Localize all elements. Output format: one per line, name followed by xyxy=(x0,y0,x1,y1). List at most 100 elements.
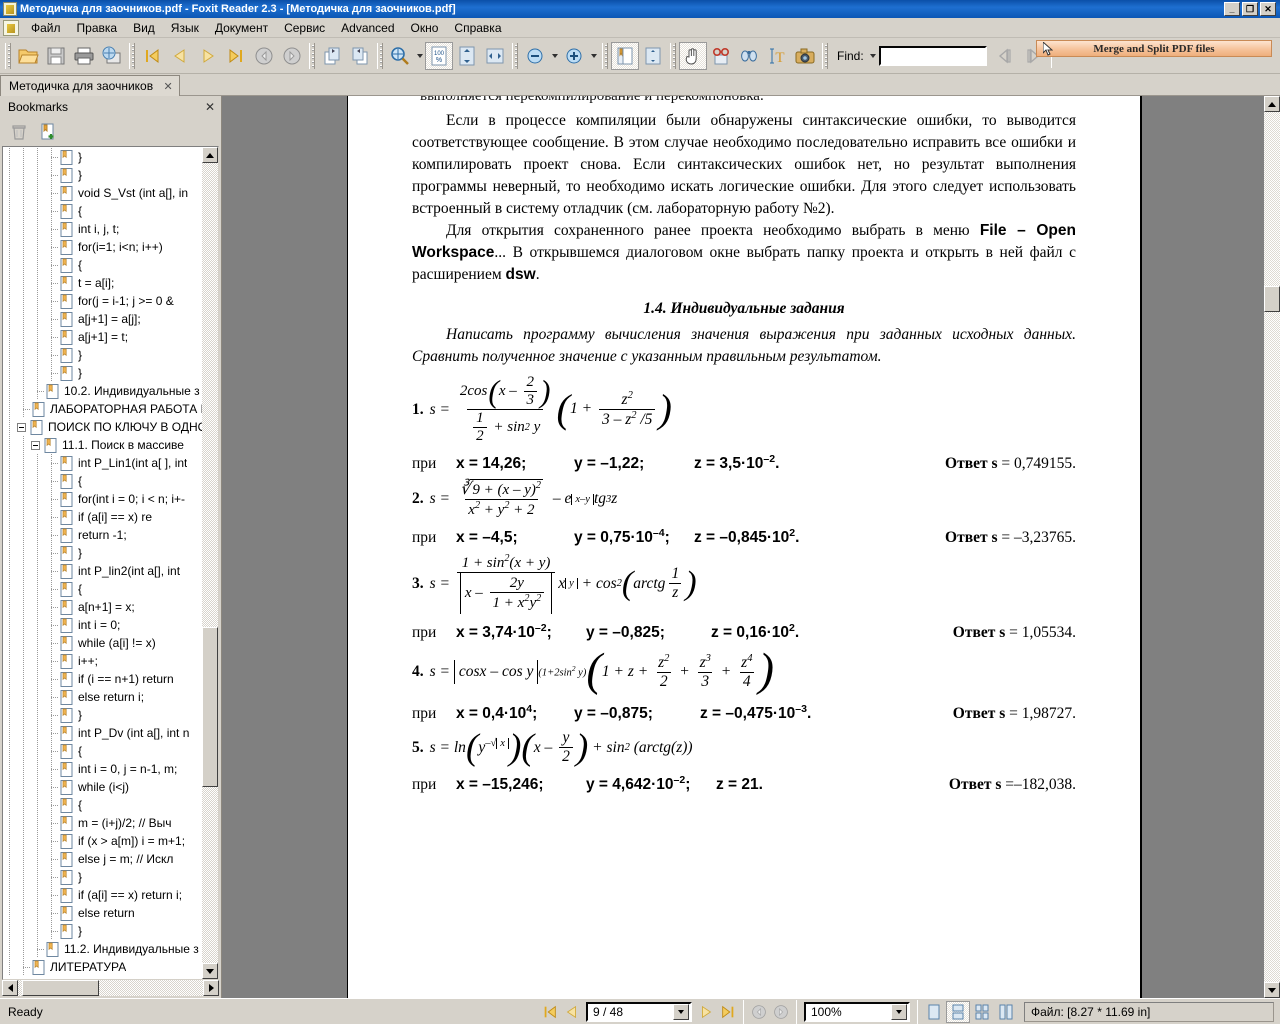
bookmarks-pane-icon[interactable] xyxy=(611,41,639,70)
bookmark-item[interactable]: for(j = i-1; j >= 0 & xyxy=(3,292,202,310)
continuous-facing-layout-icon[interactable] xyxy=(994,1001,1018,1023)
document-tab[interactable]: Методичка для заочников ✕ xyxy=(0,75,181,96)
bookmark-item[interactable]: } xyxy=(3,922,202,940)
bookmark-item[interactable]: { xyxy=(3,256,202,274)
zoom-level-combo[interactable]: 100% xyxy=(804,1001,910,1022)
bookmark-item[interactable]: a[j+1] = a[j]; xyxy=(3,310,202,328)
maximize-button[interactable]: ❐ xyxy=(1242,2,1258,16)
bookmark-item[interactable]: { xyxy=(3,202,202,220)
bookmark-item[interactable]: } xyxy=(3,706,202,724)
last-page-icon[interactable] xyxy=(717,1001,739,1023)
page-area[interactable]: выполняется перекомпилирование и переком… xyxy=(222,96,1264,998)
tree-expander-icon[interactable] xyxy=(31,440,40,450)
print-icon[interactable] xyxy=(70,42,98,70)
bookmark-item[interactable]: while (a[i] != x) xyxy=(3,634,202,652)
menu-item-advanced[interactable]: Advanced xyxy=(333,19,402,37)
bookmark-item[interactable]: a[n+1] = x; xyxy=(3,598,202,616)
scroll-down-icon[interactable] xyxy=(1264,982,1280,998)
actual-size-icon[interactable]: 100% xyxy=(425,41,453,70)
previous-page-icon[interactable] xyxy=(561,1001,583,1023)
bookmark-item[interactable]: } xyxy=(3,148,202,166)
continuous-layout-icon[interactable] xyxy=(946,1000,970,1023)
page-thumbnails-icon[interactable] xyxy=(639,42,667,70)
bookmark-item[interactable]: } xyxy=(3,166,202,184)
rotate-counterclockwise-icon[interactable] xyxy=(346,42,374,70)
menu-item-document[interactable]: Документ xyxy=(207,19,276,37)
bookmark-item[interactable]: int i, j, t; xyxy=(3,220,202,238)
email-icon[interactable] xyxy=(98,42,126,70)
bookmark-item[interactable]: else j = m; // Искл xyxy=(3,850,202,868)
go-back-icon[interactable] xyxy=(250,42,278,70)
close-icon[interactable]: ✕ xyxy=(203,100,217,114)
read-mode-icon[interactable] xyxy=(707,42,735,70)
bookmark-item[interactable]: { xyxy=(3,472,202,490)
bookmark-item[interactable]: if (i == n+1) return xyxy=(3,670,202,688)
bookmark-item[interactable]: while (i<j) xyxy=(3,778,202,796)
bookmark-item[interactable]: 10.2. Индивидуальные з xyxy=(3,382,202,400)
menu-item-view[interactable]: Вид xyxy=(125,19,163,37)
bookmark-item[interactable]: int i = 0; xyxy=(3,616,202,634)
bookmark-item[interactable]: void S_Vst (int a[], in xyxy=(3,184,202,202)
first-page-icon[interactable] xyxy=(138,42,166,70)
bookmarks-hscroll-thumb[interactable] xyxy=(21,980,100,996)
first-page-icon[interactable] xyxy=(539,1001,561,1023)
open-icon[interactable] xyxy=(14,42,42,70)
fit-width-icon[interactable] xyxy=(481,42,509,70)
find-icon[interactable] xyxy=(735,42,763,70)
bookmark-item[interactable]: if (a[i] == x) return i; xyxy=(3,886,202,904)
find-previous-icon[interactable] xyxy=(991,42,1019,70)
rotate-group-grip[interactable] xyxy=(309,42,315,69)
document-viewer[interactable]: выполняется перекомпилирование и переком… xyxy=(222,96,1280,998)
bookmark-item[interactable]: } xyxy=(3,544,202,562)
zoom-tool-dropdown-arrow[interactable] xyxy=(414,42,425,70)
zoom-in-dropdown-arrow[interactable] xyxy=(588,42,599,70)
bookmarks-scroll-thumb[interactable] xyxy=(202,627,218,787)
bookmark-item[interactable]: m = (i+j)/2; // Выч xyxy=(3,814,202,832)
bookmark-item[interactable]: for(int i = 0; i < n; i+- xyxy=(3,490,202,508)
menu-item-tools[interactable]: Сервис xyxy=(276,19,333,37)
find-dropdown-arrow[interactable] xyxy=(868,42,879,70)
single-page-layout-icon[interactable] xyxy=(922,1001,946,1023)
bookmarks-list[interactable]: }} void S_Vst (int a[], in{ int i, j, t; … xyxy=(3,147,202,979)
find-group-grip[interactable] xyxy=(822,42,828,69)
snapshot-icon[interactable] xyxy=(791,42,819,70)
bookmark-item[interactable]: { xyxy=(3,580,202,598)
bookmark-item[interactable]: 11.1. Поиск в массиве xyxy=(3,436,202,454)
bookmark-item[interactable]: i++; xyxy=(3,652,202,670)
scroll-right-icon[interactable] xyxy=(203,980,219,996)
last-page-icon[interactable] xyxy=(222,42,250,70)
bookmarks-horizontal-scrollbar[interactable] xyxy=(2,980,219,996)
bookmark-item[interactable]: else return i; xyxy=(3,688,202,706)
bookmarks-hscroll-track[interactable] xyxy=(18,980,203,996)
close-icon[interactable]: ✕ xyxy=(161,79,175,93)
bookmark-item[interactable]: t = a[i]; xyxy=(3,274,202,292)
zoom-tool-icon[interactable] xyxy=(386,42,414,70)
panes-group-grip[interactable] xyxy=(602,42,608,69)
scroll-down-icon[interactable] xyxy=(202,963,218,979)
scroll-up-icon[interactable] xyxy=(202,147,218,163)
tree-expander-icon[interactable] xyxy=(17,422,26,432)
zoom-out-icon[interactable] xyxy=(521,42,549,70)
bookmark-item[interactable]: if (x > a[m]) i = m+1; xyxy=(3,832,202,850)
minimize-button[interactable]: _ xyxy=(1224,2,1240,16)
tools-group-grip[interactable] xyxy=(670,42,676,69)
navigation-group-grip[interactable] xyxy=(129,42,135,69)
previous-page-icon[interactable] xyxy=(166,42,194,70)
bookmark-item[interactable]: } xyxy=(3,346,202,364)
page-number-combo[interactable]: 9 / 48 xyxy=(586,1001,692,1022)
bookmark-item[interactable]: int P_lin2(int a[], int xyxy=(3,562,202,580)
bookmark-item[interactable]: ЛИТЕРАТУРА xyxy=(3,958,202,976)
toolbar-grip[interactable] xyxy=(5,42,11,69)
bookmark-item[interactable]: a[j+1] = t; xyxy=(3,328,202,346)
close-button[interactable]: ✕ xyxy=(1260,2,1276,16)
bookmark-item[interactable]: { xyxy=(3,742,202,760)
bookmark-item[interactable]: int P_Lin1(int a[ ], int xyxy=(3,454,202,472)
bookmarks-vertical-scrollbar[interactable] xyxy=(202,147,218,979)
menu-item-window[interactable]: Окно xyxy=(403,19,447,37)
go-forward-icon[interactable] xyxy=(278,42,306,70)
menu-item-help[interactable]: Справка xyxy=(446,19,509,37)
menu-item-edit[interactable]: Правка xyxy=(69,19,126,37)
next-page-icon[interactable] xyxy=(194,42,222,70)
rotate-clockwise-icon[interactable] xyxy=(318,42,346,70)
chevron-down-icon[interactable] xyxy=(891,1003,907,1020)
